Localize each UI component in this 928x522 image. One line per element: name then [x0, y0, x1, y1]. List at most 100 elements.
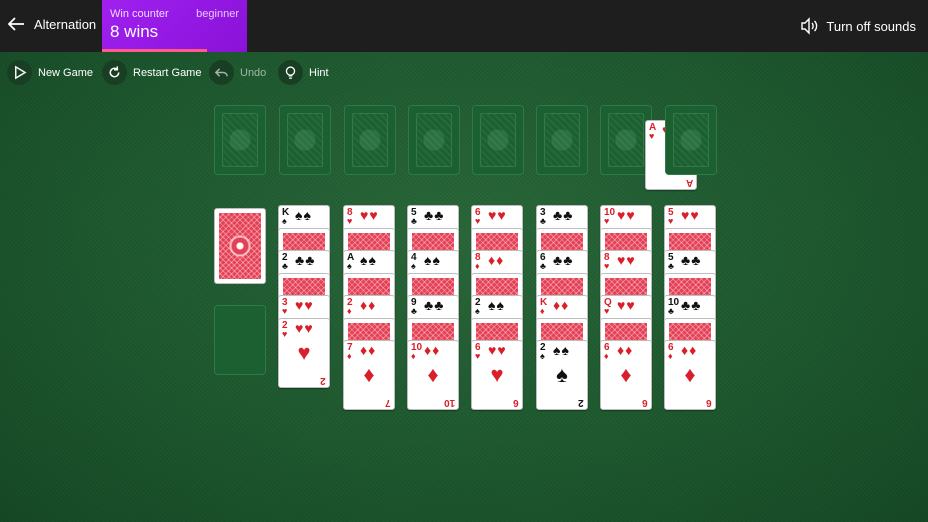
foundation-slot[interactable] — [408, 105, 460, 175]
playing-card[interactable]: 2 ♥ ♥♥ ♥ 2 — [278, 317, 330, 388]
card-rank-bottom: 10 — [443, 397, 455, 408]
card-suit-icon: ♥ — [347, 216, 353, 226]
card-rank-bottom: 2 — [578, 397, 584, 408]
card-rank-bottom: 6 — [706, 397, 712, 408]
undo-button[interactable]: Undo — [209, 60, 266, 85]
hint-button[interactable]: Hint — [278, 60, 329, 85]
new-game-button[interactable]: New Game — [7, 60, 93, 85]
back-button[interactable]: Alternation — [6, 14, 96, 34]
card-center-suit: ♦ — [620, 362, 632, 387]
card-pips: ♥♥ — [295, 297, 314, 313]
card-pips: ♣♣ — [681, 252, 702, 268]
foundation-slot[interactable] — [214, 105, 266, 175]
card-pips: ♥♥ — [488, 207, 507, 223]
card-suit-icon: ♥ — [475, 216, 481, 226]
undo-label: Undo — [240, 66, 267, 79]
card-suit-icon: ♦ — [411, 351, 416, 361]
card-suit-icon: ♦ — [347, 351, 352, 361]
card-pips: ♣♣ — [424, 207, 445, 223]
stock-pile[interactable] — [214, 208, 266, 284]
card-pips: ♥♥ — [617, 207, 636, 223]
card-suit-icon: ♣ — [411, 216, 417, 226]
card-suit-icon: ♦ — [604, 351, 609, 361]
card-pips: ♦♦ — [360, 342, 377, 358]
card-suit-icon: ♠ — [411, 261, 416, 271]
hint-label: Hint — [309, 66, 329, 79]
card-suit-icon: ♠ — [282, 216, 287, 226]
card-pips: ♥♥ — [681, 207, 700, 223]
foundation-slot[interactable] — [665, 105, 717, 175]
card-pips: ♠♠ — [553, 342, 570, 358]
card-pips: ♠♠ — [295, 207, 312, 223]
win-counter: Win counter beginner 8 wins — [102, 0, 247, 52]
sound-toggle-button[interactable]: Turn off sounds — [799, 16, 916, 36]
card-suit-icon: ♣ — [668, 306, 674, 316]
playing-card[interactable]: 10 ♦ ♦♦ ♦ 10 — [407, 340, 459, 410]
card-suit-icon: ♠ — [475, 306, 480, 316]
card-center-suit: ♦ — [427, 362, 439, 387]
card-pips: ♠♠ — [424, 252, 441, 268]
play-icon — [7, 60, 32, 85]
card-pips: ♦♦ — [681, 342, 698, 358]
card-pips: ♣♣ — [424, 297, 445, 313]
foundation-slot[interactable] — [536, 105, 588, 175]
win-progress-bar — [102, 49, 207, 52]
card-pips: ♦♦ — [488, 252, 505, 268]
card-suit-icon: ♦ — [347, 306, 352, 316]
card-pips: ♣♣ — [553, 252, 574, 268]
playing-card[interactable]: 7 ♦ ♦♦ ♦ 7 — [343, 340, 395, 410]
card-pips: ♠♠ — [360, 252, 377, 268]
card-suit-icon: ♥ — [282, 306, 288, 316]
playing-card[interactable]: 6 ♦ ♦♦ ♦ 6 — [664, 340, 716, 410]
card-suit-icon: ♣ — [668, 261, 674, 271]
card-suit-icon: ♦ — [668, 351, 673, 361]
new-game-label: New Game — [38, 66, 94, 79]
card-center-suit: ♦ — [363, 362, 375, 387]
card-rank-bottom: 6 — [642, 397, 648, 408]
card-pips: ♦♦ — [553, 297, 570, 313]
waste-pile-empty[interactable] — [214, 305, 266, 375]
card-suit-icon: ♣ — [540, 216, 546, 226]
card-pips: ♣♣ — [681, 297, 702, 313]
restart-game-button[interactable]: Restart Game — [102, 60, 201, 85]
foundation-slot[interactable] — [279, 105, 331, 175]
card-suit-icon: ♥ — [604, 261, 610, 271]
card-pips: ♥♥ — [360, 207, 379, 223]
card-suit-icon: ♠ — [347, 261, 352, 271]
card-pips: ♦♦ — [424, 342, 441, 358]
card-rank-bottom: A — [685, 177, 693, 188]
sound-label: Turn off sounds — [826, 18, 916, 34]
card-suit-icon: ♥ — [475, 351, 481, 361]
card-pips: ♣♣ — [553, 207, 574, 223]
foundation-slot[interactable] — [472, 105, 524, 175]
card-pips: ♦♦ — [617, 342, 634, 358]
card-rank-bottom: 6 — [513, 397, 519, 408]
card-suit-icon: ♣ — [411, 306, 417, 316]
card-pips: ♥♥ — [488, 342, 507, 358]
card-suit-icon: ♥ — [604, 306, 610, 316]
card-center-suit: ♥ — [297, 339, 311, 365]
lightbulb-icon — [278, 60, 303, 85]
card-suit-icon: ♣ — [540, 261, 546, 271]
card-pips: ♦♦ — [360, 297, 377, 313]
card-suit-icon: ♥ — [282, 328, 288, 339]
card-pips: ♠♠ — [488, 297, 505, 313]
card-rank-bottom: 7 — [385, 397, 391, 408]
card-suit-icon: ♦ — [540, 306, 545, 316]
undo-icon — [209, 60, 234, 85]
card-pips: ♥♥ — [617, 252, 636, 268]
game-felt — [0, 52, 928, 522]
win-counter-label: Win counter — [110, 8, 169, 20]
playing-card[interactable]: 6 ♥ ♥♥ ♥ 6 — [471, 340, 523, 410]
card-suit-icon: ♥ — [604, 216, 610, 226]
card-pips: ♥♥ — [617, 297, 636, 313]
card-suit-icon: ♣ — [282, 261, 288, 271]
restart-icon — [102, 60, 127, 85]
foundation-slot[interactable] — [344, 105, 396, 175]
card-suit-icon: ♥ — [649, 131, 655, 141]
playing-card[interactable]: 2 ♠ ♠♠ ♠ 2 — [536, 340, 588, 410]
playing-card[interactable]: 6 ♦ ♦♦ ♦ 6 — [600, 340, 652, 410]
card-center-suit: ♥ — [490, 362, 504, 387]
difficulty-label: beginner — [196, 8, 239, 20]
wins-count: 8 wins — [110, 22, 159, 41]
